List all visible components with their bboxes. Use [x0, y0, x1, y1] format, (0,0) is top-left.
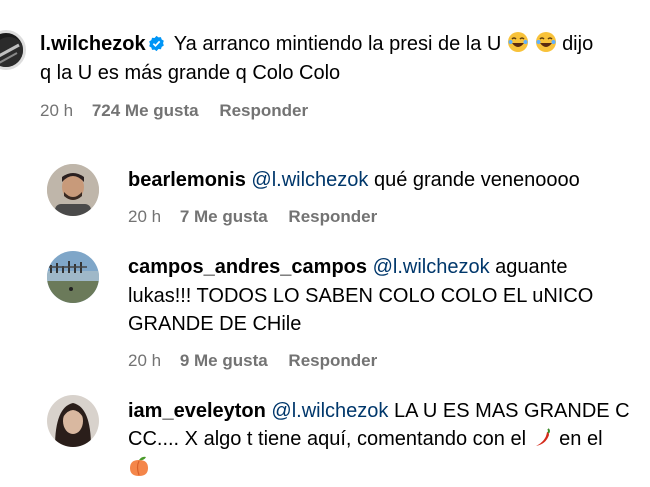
- comment-text: aguante: [495, 256, 568, 278]
- reply-line1: iam_eveleyton @l.wilchezok LA U ES MAS G…: [128, 397, 630, 425]
- mention-link[interactable]: @l.wilchezok: [373, 256, 490, 278]
- comment-text-end: en el: [559, 428, 603, 450]
- main-comment-line1: l.wilchezok Ya arranco mintiendo la pres…: [40, 30, 593, 58]
- username[interactable]: iam_eveleyton: [128, 400, 266, 422]
- likes-count[interactable]: 724 Me gusta: [92, 101, 199, 120]
- avatar-bearlemonis[interactable]: [47, 164, 99, 216]
- comment-text-end: dijo: [562, 33, 594, 55]
- comment-time[interactable]: 20 h: [40, 101, 73, 120]
- avatar-image: [0, 37, 23, 67]
- reply-line2: CC.... X algo t tiene aquí, comentando c…: [128, 425, 603, 453]
- peach-emoji-icon: [130, 456, 148, 476]
- avatar-campos-andres-campos[interactable]: [47, 251, 99, 303]
- username[interactable]: l.wilchezok: [40, 33, 146, 55]
- comment-text: CC.... X algo t tiene aquí, comentando c…: [128, 428, 527, 450]
- comment-time[interactable]: 20 h: [128, 207, 161, 226]
- avatar-image: [47, 395, 99, 447]
- mention-link[interactable]: @l.wilchezok: [251, 169, 368, 191]
- chili-pepper-emoji-icon: [535, 428, 550, 446]
- reply-line3: GRANDE DE CHile: [128, 313, 302, 335]
- reply-line2: lukas!!! TODOS LO SABEN COLO COLO EL uNI…: [128, 285, 594, 307]
- comment-text: Ya arranco mintiendo la presi de la U: [173, 33, 502, 55]
- comment-text: LA U ES MAS GRANDE C: [394, 400, 630, 422]
- comment-text: qué grande venenoooo: [373, 169, 580, 191]
- main-comment-line2: q la U es más grande q Colo Colo: [40, 62, 341, 84]
- avatar-iam-eveleyton[interactable]: [47, 395, 99, 447]
- laughing-emoji-icon: [535, 32, 556, 52]
- reply-button[interactable]: Responder: [288, 207, 377, 226]
- laughing-emoji-icon: [507, 32, 528, 52]
- username[interactable]: campos_andres_campos: [128, 256, 367, 278]
- comment-time[interactable]: 20 h: [128, 351, 161, 370]
- reply-line1: campos_andres_campos @l.wilchezok aguant…: [128, 253, 567, 281]
- username[interactable]: bearlemonis: [128, 169, 246, 191]
- reply-button[interactable]: Responder: [219, 101, 308, 120]
- reply-meta: 20 h 9 Me gusta Responder: [128, 351, 377, 371]
- likes-count[interactable]: 9 Me gusta: [180, 351, 268, 370]
- likes-count[interactable]: 7 Me gusta: [180, 207, 268, 226]
- reply-line1: bearlemonis @l.wilchezok qué grande vene…: [128, 166, 580, 194]
- avatar-image: [47, 251, 99, 303]
- reply-button[interactable]: Responder: [288, 351, 377, 370]
- avatar-image: [47, 164, 99, 216]
- reply-line3: [128, 455, 150, 479]
- mention-link[interactable]: @l.wilchezok: [271, 400, 388, 422]
- verified-badge-icon: [148, 35, 164, 52]
- reply-meta: 20 h 7 Me gusta Responder: [128, 207, 377, 227]
- main-comment-meta: 20 h 724 Me gusta Responder: [40, 101, 308, 121]
- avatar-l-wilchezok[interactable]: [0, 30, 26, 70]
